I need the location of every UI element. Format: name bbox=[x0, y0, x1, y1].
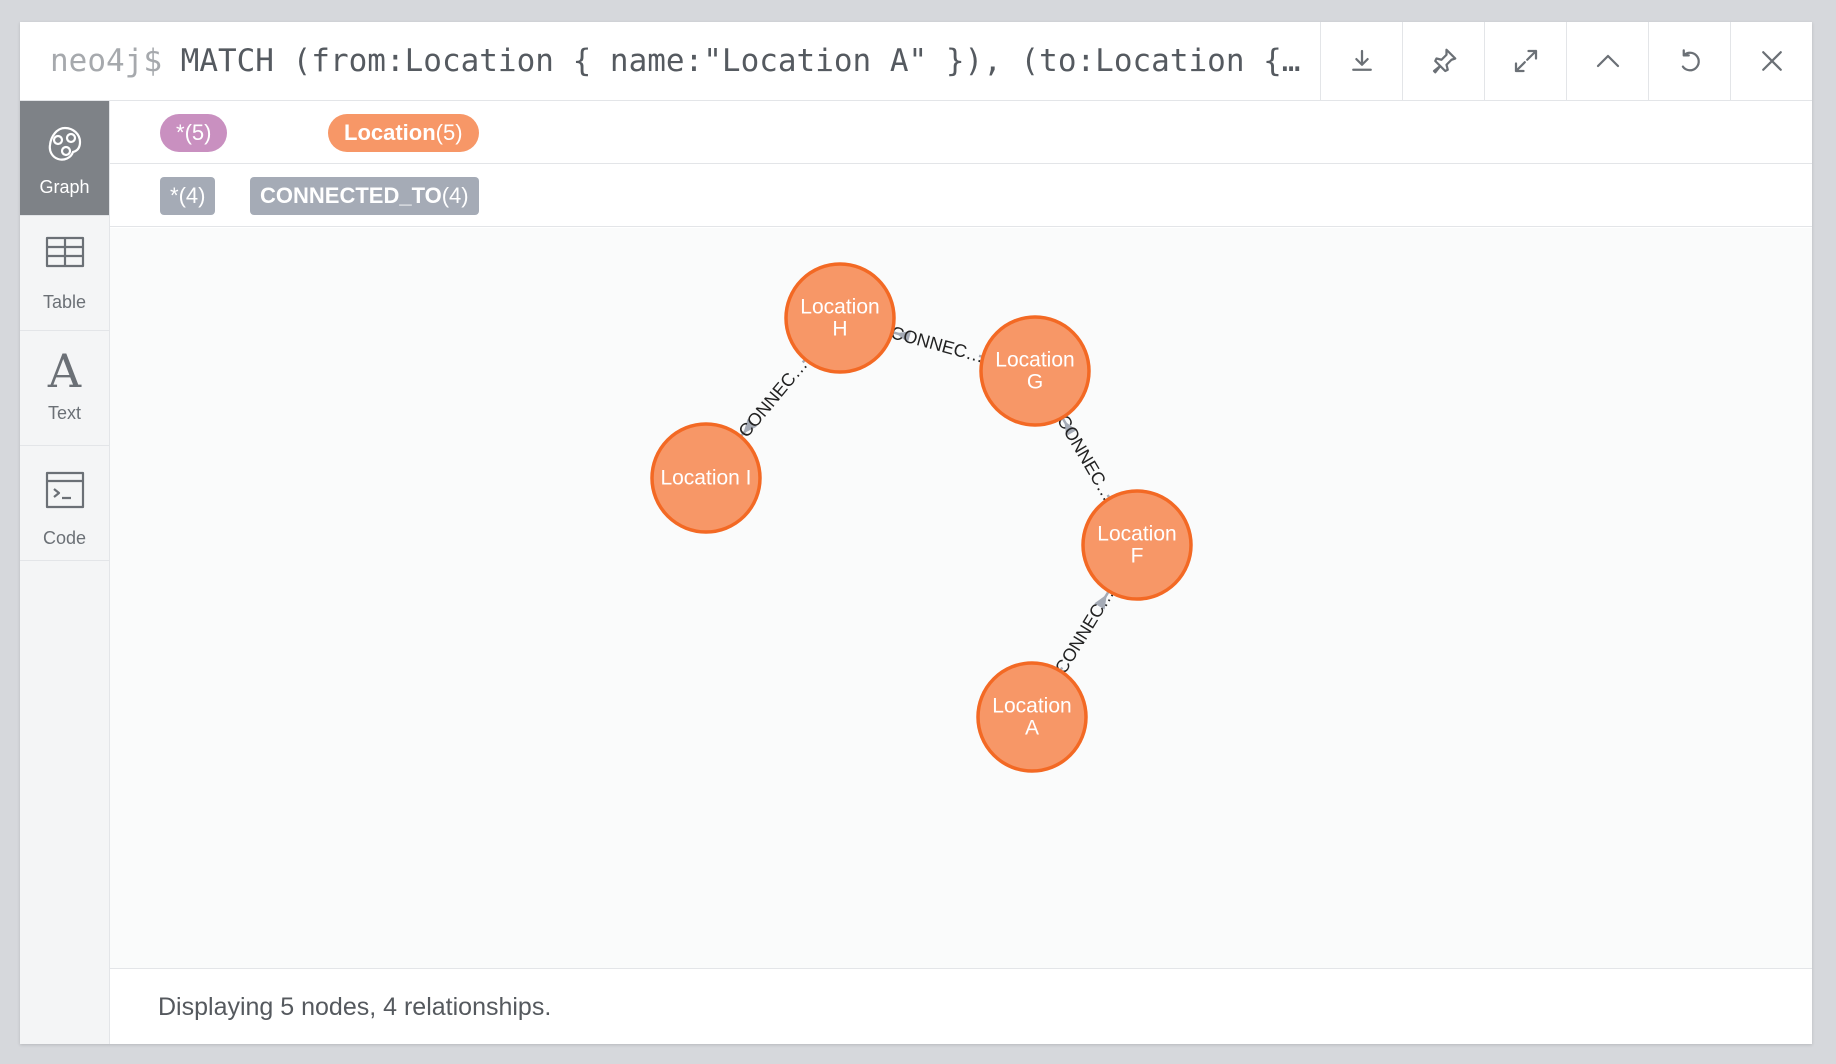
tag-name: CONNECTED_TO bbox=[260, 183, 442, 208]
query-statement: MATCH (from:Location { name:"Location A"… bbox=[180, 43, 1301, 79]
text-icon: A bbox=[47, 344, 82, 398]
sidebar-item-graph[interactable]: Graph bbox=[20, 101, 109, 216]
expand-button[interactable] bbox=[1484, 22, 1566, 100]
edge-label: CONNEC… bbox=[735, 355, 812, 441]
relationship-edge[interactable]: CONNEC… bbox=[1051, 580, 1118, 682]
collapse-button[interactable] bbox=[1566, 22, 1648, 100]
graph-visualization[interactable]: CONNEC…CONNEC…CONNEC…CONNEC…LocationHLoc… bbox=[110, 228, 1812, 968]
graph-node[interactable]: Location I bbox=[650, 422, 762, 534]
pill-name: Location bbox=[344, 120, 436, 145]
relationship-edge[interactable]: CONNEC… bbox=[881, 322, 994, 367]
download-button[interactable] bbox=[1320, 22, 1402, 100]
sidebar-item-label: Graph bbox=[39, 177, 90, 197]
sidebar-item-table[interactable]: Table bbox=[20, 216, 109, 331]
pin-button[interactable] bbox=[1402, 22, 1484, 100]
code-icon bbox=[45, 471, 85, 509]
close-button[interactable] bbox=[1730, 22, 1812, 100]
sidebar-item-text[interactable]: A Text bbox=[20, 331, 109, 446]
tag-count: (4) bbox=[178, 183, 206, 208]
node-labels-row: *(5) Location(5) bbox=[110, 101, 1812, 164]
relationship-all-tag[interactable]: *(4) bbox=[160, 177, 216, 215]
sidebar-item-code[interactable]: Code bbox=[20, 446, 109, 561]
node-caption: Location bbox=[800, 296, 879, 319]
node-label-all-pill[interactable]: *(5) bbox=[160, 114, 228, 152]
collapse-icon bbox=[1596, 54, 1619, 68]
graph-node[interactable]: LocationH bbox=[784, 262, 896, 374]
sidebar-item-label: Text bbox=[47, 403, 81, 423]
node-caption: A bbox=[1025, 717, 1039, 740]
view-sidebar: Graph Table A Text Code bbox=[20, 101, 110, 1044]
pill-count: (5) bbox=[435, 120, 463, 145]
sidebar-item-label: Table bbox=[42, 292, 87, 312]
relationship-connected-to-tag[interactable]: CONNECTED_TO(4) bbox=[250, 177, 479, 215]
graph-icon bbox=[48, 126, 82, 161]
pill-name: * bbox=[176, 120, 185, 145]
query-prompt: neo4j$ bbox=[50, 43, 162, 79]
node-caption: Location I bbox=[660, 467, 751, 490]
frame-header: neo4j$ MATCH (from:Location { name:"Loca… bbox=[20, 22, 1812, 101]
node-caption: G bbox=[1027, 371, 1043, 394]
node-label-location-pill[interactable]: Location(5) bbox=[328, 114, 479, 152]
rerun-icon bbox=[1681, 49, 1700, 72]
table-icon bbox=[45, 236, 85, 268]
pill-count: (5) bbox=[184, 120, 212, 145]
graph-node[interactable]: LocationG bbox=[979, 315, 1091, 427]
tag-name: * bbox=[170, 183, 179, 208]
relationship-edge[interactable]: CONNEC… bbox=[735, 352, 812, 444]
close-icon bbox=[1761, 51, 1782, 71]
node-caption: Location bbox=[992, 695, 1071, 718]
graph-canvas[interactable]: CONNEC… CONNEC… CONNEC… CONNEC… Location H Loc… bbox=[110, 228, 1812, 968]
status-text: Displaying 5 nodes, 4 relationships. bbox=[158, 993, 552, 1021]
status-bar: Displaying 5 nodes, 4 relationships. bbox=[110, 968, 1812, 1044]
download-icon bbox=[1351, 49, 1372, 71]
node-caption: Location bbox=[1097, 523, 1176, 546]
graph-node[interactable]: LocationA bbox=[976, 661, 1088, 773]
graph-node[interactable]: LocationF bbox=[1081, 489, 1193, 601]
query-text[interactable]: neo4j$ MATCH (from:Location { name:"Loca… bbox=[50, 22, 1330, 100]
edge-label: CONNEC… bbox=[1053, 412, 1119, 505]
sidebar-item-label: Code bbox=[42, 528, 87, 548]
node-caption: H bbox=[832, 318, 847, 341]
relationship-types-row: *(4) CONNECTED_TO(4) bbox=[110, 164, 1812, 227]
node-caption: F bbox=[1131, 545, 1144, 568]
edge-label: CONNEC… bbox=[889, 322, 987, 366]
node-caption: Location bbox=[995, 349, 1074, 372]
edge-label: CONNEC… bbox=[1051, 585, 1118, 677]
rerun-button[interactable] bbox=[1648, 22, 1730, 100]
pin-icon bbox=[1432, 48, 1456, 74]
expand-icon bbox=[1514, 49, 1537, 73]
result-frame: neo4j$ MATCH (from:Location { name:"Loca… bbox=[20, 22, 1812, 1044]
tag-count: (4) bbox=[441, 183, 469, 208]
relationship-edge[interactable]: CONNEC… bbox=[1053, 407, 1119, 509]
